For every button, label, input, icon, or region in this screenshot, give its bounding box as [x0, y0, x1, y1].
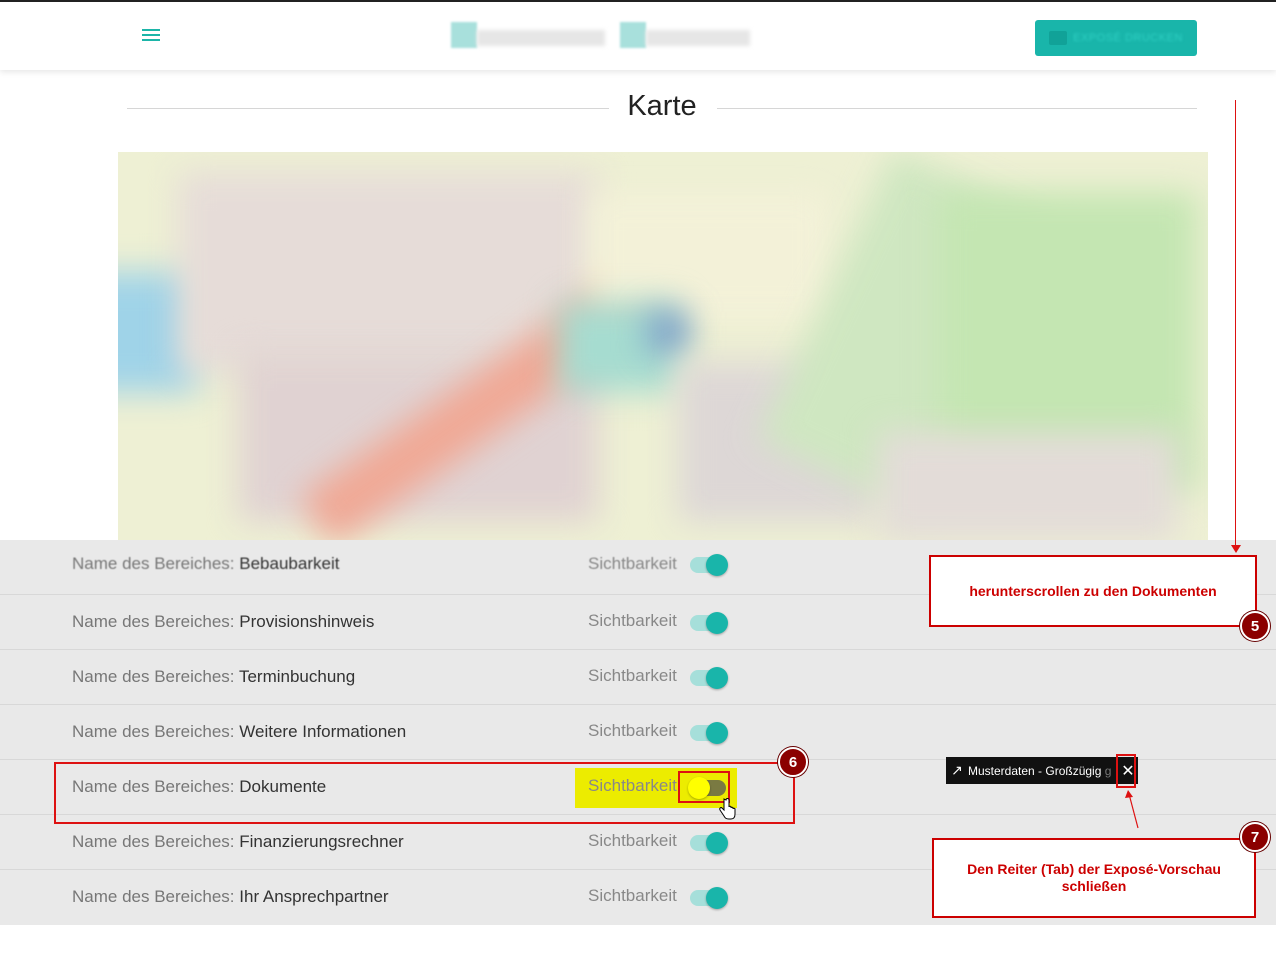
callout-step-5: herunterscrollen zu den Dokumenten — [929, 555, 1257, 627]
row-name: Name des Bereiches: Bebaubarkeit — [72, 554, 339, 574]
annotation-arrow-5 — [1235, 100, 1236, 548]
browser-tab-expose-preview[interactable]: ↗ Musterdaten - Großzügig g ✕ — [946, 757, 1138, 784]
visibility-label: Sichtbarkeit — [588, 611, 677, 630]
page-bottom — [0, 925, 1276, 957]
annotation-arrow-7 — [1125, 790, 1139, 829]
step-badge-5: 5 — [1240, 611, 1270, 641]
external-link-arrow-icon: ↗ — [951, 762, 963, 778]
row-name: Name des Bereiches: Provisionshinweis — [72, 612, 374, 632]
section-heading: Karte — [127, 90, 1197, 126]
hamburger-menu-icon[interactable] — [140, 26, 162, 46]
visibility-label: Sichtbarkeit — [588, 554, 677, 573]
blurred-logo-right — [620, 22, 750, 48]
row-name-prefix: Name des Bereiches: — [72, 887, 235, 906]
visibility-toggle[interactable] — [690, 554, 728, 576]
print-expose-button[interactable]: EXPOSÉ DRUCKEN — [1035, 20, 1197, 56]
hand-pointer-icon — [719, 798, 736, 820]
row-name: Name des Bereiches: Weitere Informatione… — [72, 722, 406, 742]
browser-tab-title: Musterdaten - Großzügig g — [968, 764, 1118, 778]
row-name: Name des Bereiches: Ihr Ansprechpartner — [72, 887, 389, 907]
callout-step-5-text: herunterscrollen zu den Dokumenten — [969, 583, 1217, 599]
table-row: Name des Bereiches: Terminbuchung Sichtb… — [0, 650, 1276, 705]
map-view[interactable] — [118, 152, 1208, 544]
row-name-value: Ihr Ansprechpartner — [239, 887, 389, 906]
row-name-prefix: Name des Bereiches: — [72, 667, 235, 686]
visibility-label: Sichtbarkeit — [588, 666, 677, 685]
blurred-logo-left — [451, 22, 606, 48]
app-header: EXPOSÉ DRUCKEN — [0, 2, 1276, 70]
row-name-prefix: Name des Bereiches: — [72, 612, 235, 631]
row-name-value: Finanzierungsrechner — [239, 832, 404, 851]
callout-step-7: Den Reiter (Tab) der Exposé-Vorschau sch… — [932, 838, 1256, 918]
row-name: Name des Bereiches: Finanzierungsrechner — [72, 832, 404, 852]
step-badge-6: 6 — [778, 747, 808, 777]
row-name-prefix: Name des Bereiches: — [72, 554, 235, 573]
row-name-prefix: Name des Bereiches: — [72, 722, 235, 741]
arrowhead-down-icon — [1231, 545, 1241, 553]
visibility-toggle[interactable] — [690, 667, 728, 689]
browser-tab-title-text: Musterdaten - Großzügig — [968, 763, 1102, 778]
visibility-label: Sichtbarkeit — [588, 831, 677, 850]
row-name-value: Provisionshinweis — [239, 612, 375, 631]
visibility-toggle[interactable] — [690, 722, 728, 744]
row-name-prefix: Name des Bereiches: — [72, 832, 235, 851]
visibility-toggle[interactable] — [690, 887, 728, 909]
visibility-toggle[interactable] — [690, 832, 728, 854]
visibility-toggle[interactable] — [690, 612, 728, 634]
step-badge-7: 7 — [1240, 822, 1270, 852]
table-row: Name des Bereiches: Weitere Informatione… — [0, 705, 1276, 760]
visibility-label: Sichtbarkeit — [588, 721, 677, 740]
row-name-value: Weitere Informationen — [239, 722, 407, 741]
callout-step-7-text: Den Reiter (Tab) der Exposé-Vorschau sch… — [967, 861, 1221, 894]
print-button-label: EXPOSÉ DRUCKEN — [1073, 32, 1183, 44]
browser-tab-title-overflow: g — [1104, 763, 1112, 778]
row-name-value: Bebaubarkeit — [239, 554, 340, 573]
printer-icon — [1049, 31, 1068, 45]
visibility-label: Sichtbarkeit — [588, 886, 677, 905]
annotation-box-close — [1116, 754, 1136, 788]
row-name-value: Terminbuchung — [238, 667, 356, 686]
section-title: Karte — [627, 90, 697, 122]
row-name: Name des Bereiches: Terminbuchung — [72, 667, 355, 687]
